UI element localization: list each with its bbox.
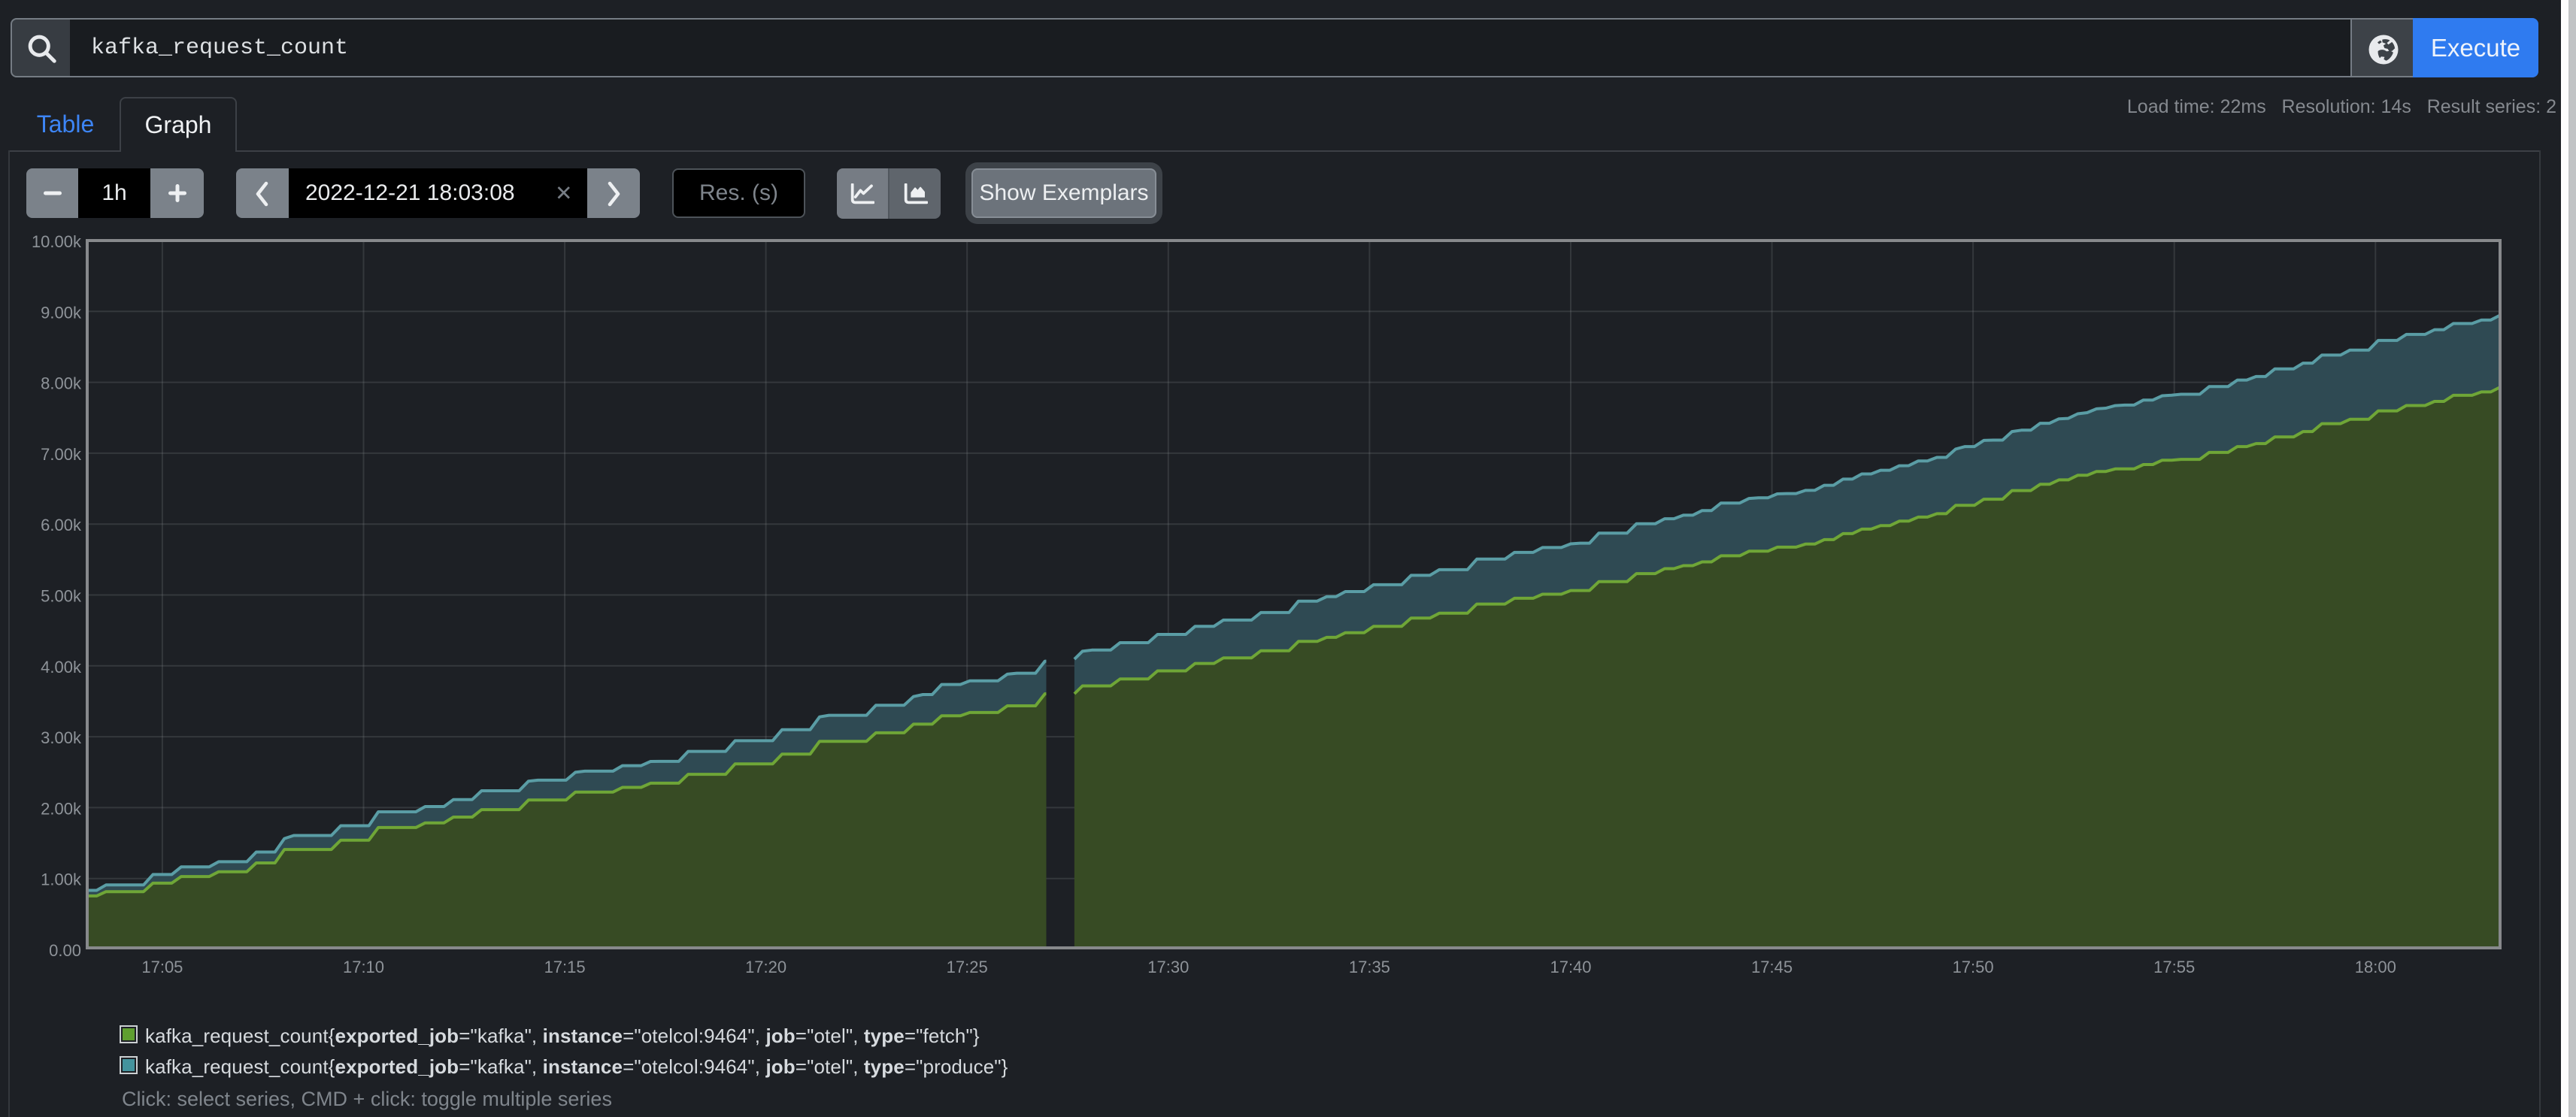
svg-text:17:45: 17:45 xyxy=(1751,958,1793,976)
svg-text:18:00: 18:00 xyxy=(2355,958,2396,976)
svg-text:9.00k: 9.00k xyxy=(41,303,82,322)
svg-text:17:35: 17:35 xyxy=(1349,958,1390,976)
svg-text:17:30: 17:30 xyxy=(1147,958,1189,976)
svg-text:17:20: 17:20 xyxy=(745,958,786,976)
svg-text:17:40: 17:40 xyxy=(1550,958,1591,976)
svg-text:3.00k: 3.00k xyxy=(41,728,82,747)
svg-text:17:05: 17:05 xyxy=(141,958,183,976)
svg-text:5.00k: 5.00k xyxy=(41,587,82,606)
svg-text:6.00k: 6.00k xyxy=(41,516,82,534)
svg-text:17:25: 17:25 xyxy=(947,958,988,976)
svg-text:0.00: 0.00 xyxy=(49,941,81,960)
svg-text:7.00k: 7.00k xyxy=(41,445,82,464)
svg-text:17:15: 17:15 xyxy=(544,958,586,976)
svg-text:1.00k: 1.00k xyxy=(41,870,82,889)
svg-text:10.00k: 10.00k xyxy=(32,232,82,251)
svg-text:17:10: 17:10 xyxy=(343,958,384,976)
svg-text:17:55: 17:55 xyxy=(2153,958,2195,976)
svg-text:17:50: 17:50 xyxy=(1953,958,1994,976)
svg-text:2.00k: 2.00k xyxy=(41,799,82,818)
svg-text:4.00k: 4.00k xyxy=(41,658,82,677)
svg-text:8.00k: 8.00k xyxy=(41,374,82,393)
